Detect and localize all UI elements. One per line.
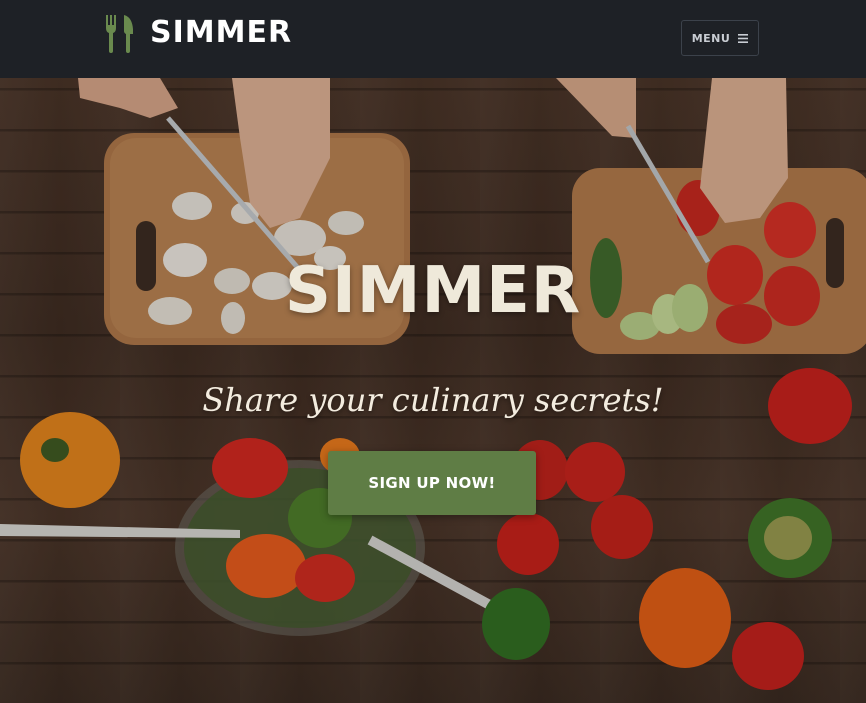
hero-section: SIMMER Share your culinary secrets! SIGN… bbox=[0, 78, 866, 703]
fork-knife-icon bbox=[106, 15, 133, 53]
menu-label: MENU bbox=[691, 31, 731, 45]
brand-name: SIMMER bbox=[150, 15, 293, 50]
menu-button[interactable]: MENU bbox=[681, 20, 759, 56]
hero-title: SIMMER bbox=[284, 254, 582, 328]
hamburger-icon bbox=[738, 33, 749, 43]
sign-up-button[interactable]: SIGN UP NOW! bbox=[328, 451, 536, 515]
brand-logo-link[interactable]: SIMMER bbox=[104, 12, 292, 54]
hero-tagline: Share your culinary secrets! bbox=[202, 381, 664, 419]
site-header: SIMMER MENU bbox=[0, 0, 866, 78]
